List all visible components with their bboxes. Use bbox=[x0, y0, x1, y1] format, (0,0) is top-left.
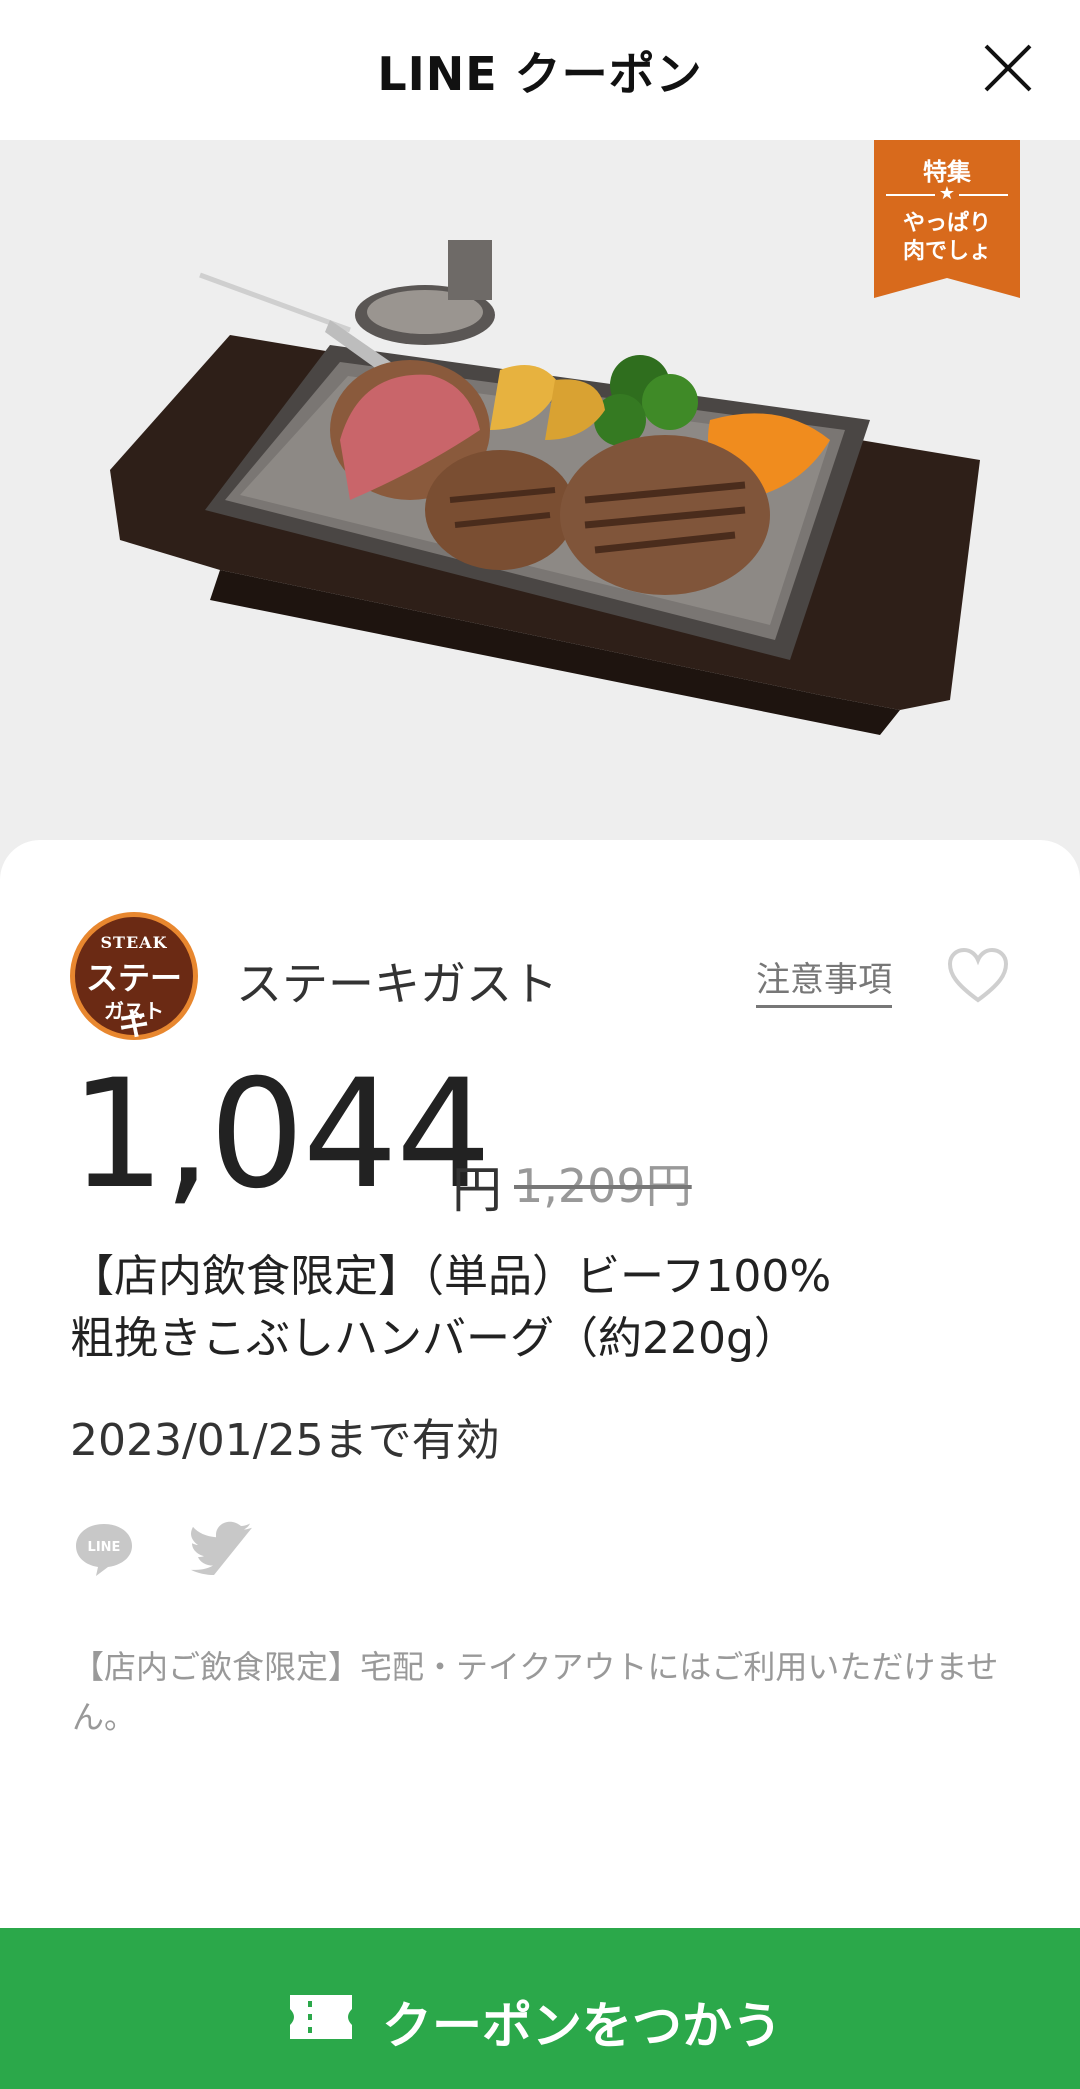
header: LINE クーポン bbox=[0, 0, 1080, 140]
twitter-icon[interactable] bbox=[190, 1520, 256, 1578]
heart-icon[interactable] bbox=[946, 946, 1010, 1006]
usage-notice: 【店内ご飲食限定】宅配・テイクアウトにはご利用いただけません。 bbox=[72, 1648, 999, 1736]
validity-date: 2023/01/25まで有効 bbox=[70, 1415, 500, 1466]
coupon-title: 【店内飲食限定】（単品）ビーフ100% 粗挽きこぶしハンバーグ（約220g） bbox=[70, 1246, 1030, 1370]
page-title: LINE クーポン bbox=[377, 47, 703, 101]
ticket-icon bbox=[290, 1995, 352, 2039]
star-icon: ★ bbox=[874, 182, 1020, 206]
line-icon[interactable]: LINE bbox=[72, 1520, 136, 1578]
shop-name: ステーキガスト bbox=[236, 957, 558, 1011]
close-icon[interactable] bbox=[980, 40, 1036, 96]
discount-price: 1,044 bbox=[70, 1048, 491, 1222]
notes-link[interactable]: 注意事項 bbox=[756, 952, 892, 1008]
use-coupon-label[interactable]: クーポンをつかう bbox=[382, 1986, 782, 2058]
coupon-title-line1: 【店内飲食限定】（単品）ビーフ100% bbox=[70, 1251, 832, 1302]
ribbon-subtitle: やっぱり 肉でしょ bbox=[902, 211, 991, 264]
shop-logo: STEAK ステーキ ガスト bbox=[70, 912, 198, 1043]
feature-ribbon: 特集 ★ やっぱり 肉でしょ bbox=[874, 140, 1020, 298]
svg-text:LINE: LINE bbox=[88, 1540, 121, 1555]
original-price: 1,209円 bbox=[514, 1159, 692, 1213]
price-unit: 円 bbox=[452, 1161, 502, 1219]
hero-image: 特集 ★ やっぱり 肉でしょ bbox=[0, 140, 1080, 880]
coupon-title-line2: 粗挽きこぶしハンバーグ（約220g） bbox=[70, 1313, 798, 1364]
